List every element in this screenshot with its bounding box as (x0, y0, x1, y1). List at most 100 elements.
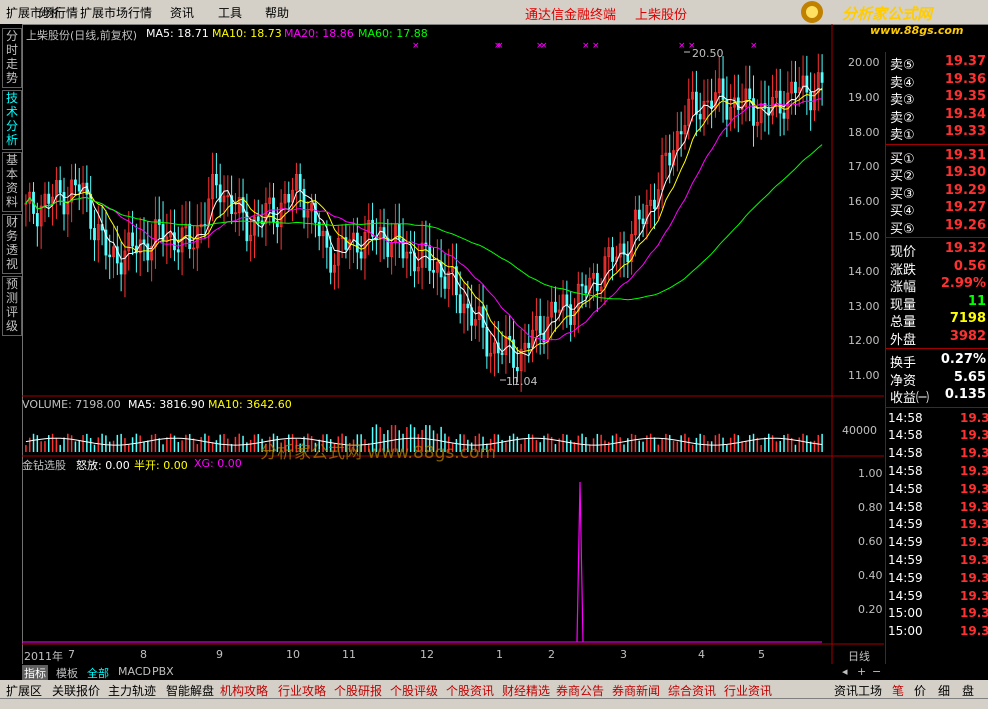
stock-name-label: 上柴股份 (635, 8, 688, 23)
quote-label: 买④ (890, 204, 915, 219)
left-tab-strip: 分时走势 技术分析 基本资料 财务透视 预测评级 (0, 24, 23, 680)
info-bar-item[interactable]: 行业资讯 (724, 682, 772, 699)
stat-row: 现价 19.32 (890, 241, 986, 260)
tab-template[interactable]: 模板 (54, 665, 80, 681)
tick-price: 19.3 (960, 446, 988, 461)
candle-body (538, 316, 542, 334)
quote-label: 卖④ (890, 75, 915, 91)
tab-jia[interactable]: 价 (914, 682, 926, 699)
tick-time: 14:58 (888, 446, 923, 461)
tick-price: 19.3 (960, 499, 988, 514)
info-bar-item[interactable]: 关联报价 (52, 682, 100, 699)
quote-row: 买② 19.30 (890, 165, 986, 184)
tick-row: 14:58 19.3 (888, 482, 988, 499)
tab-fenshi-label: 分时走势 (5, 29, 18, 85)
tick-row: 14:58 19.3 (888, 446, 988, 463)
tick-row: 15:00 19.3 (888, 624, 988, 641)
quote-value: 19.33 (944, 124, 986, 139)
info-workshop-button[interactable]: 资讯工场 (834, 682, 882, 699)
tab-pan[interactable]: 盘 (962, 682, 974, 699)
signal-mark: × (678, 41, 686, 51)
tab-all[interactable]: 全部 (85, 665, 111, 681)
tick-time: 14:58 (888, 481, 923, 496)
period-label[interactable]: 日线 (848, 648, 870, 664)
candle-body (458, 294, 462, 314)
tab-xi[interactable]: 细 (938, 682, 950, 699)
tick-time: 14:58 (888, 428, 923, 443)
info-bar-item[interactable]: 行业攻略 (278, 682, 326, 699)
tick-time: 14:59 (888, 535, 923, 550)
quote-row: 卖③ 19.35 (890, 89, 986, 108)
quote-label: 现量 (890, 297, 917, 313)
info-bar-item[interactable]: 扩展区 (6, 682, 42, 699)
tab-macd[interactable]: MACD (116, 665, 153, 678)
quote-row: 买① 19.31 (890, 148, 986, 167)
tick-time: 14:58 (888, 499, 923, 514)
candle-body (500, 352, 504, 355)
info-bar-item[interactable]: 综合资讯 (668, 682, 716, 699)
time-axis-tick: 10 (286, 648, 300, 661)
tick-price: 19.3 (960, 552, 988, 567)
menu-ext-market[interactable]: 扩展市场行情 (80, 4, 152, 21)
quote-panel: 卖⑤ 19.37 卖④ 19.36 卖③ 19.35 卖② 19.34 卖① 19.33 买① 19.… (885, 52, 988, 680)
info-bar-item[interactable]: 券商公告 (556, 682, 604, 699)
stat-row: 总量 7198 (890, 311, 986, 330)
info-bar-item[interactable]: 机构攻略 (220, 682, 268, 699)
quote-label: 收益㈠ (890, 391, 930, 406)
scroll-left-icon[interactable]: ◂ (840, 665, 850, 678)
info-bar-item[interactable]: 券商新闻 (612, 682, 660, 699)
quote-value: 2.99% (940, 276, 986, 291)
candle-body (432, 270, 435, 273)
quote-label: 涨幅 (890, 280, 917, 295)
zoom-in-icon[interactable]: + (855, 665, 868, 678)
quote-row: 卖② 19.34 (890, 107, 986, 126)
indicator-b: 半开: 0.00 (134, 459, 188, 472)
tab-forecast[interactable]: 预测评级 (2, 276, 22, 336)
info-bar-item[interactable]: 智能解盘 (166, 682, 214, 699)
tab-basic-info[interactable]: 基本资料 (2, 152, 22, 212)
tab-indicator[interactable]: 指标 (22, 665, 48, 681)
candle-body (58, 180, 62, 193)
quote-row: 买⑤ 19.26 (890, 218, 986, 237)
volume-label: VOLUME: 7198.00 (22, 398, 121, 411)
stat-row: 现量 11 (890, 293, 986, 313)
signal-mark: × (592, 41, 600, 51)
tab-finance[interactable]: 财务透视 (2, 214, 22, 274)
info-bar-item[interactable]: 财经精选 (502, 682, 550, 699)
zoom-out-icon[interactable]: − (870, 665, 883, 678)
menu-tools[interactable]: 工具 (218, 4, 242, 21)
indicator-group (22, 481, 822, 643)
quote-label: 卖① (890, 128, 915, 143)
kline-chart-svg[interactable]: × ×× ×× × × × × × (22, 24, 884, 664)
candle-body (359, 251, 363, 259)
tab-pbx[interactable]: PBX (150, 665, 176, 678)
candle-body (443, 276, 447, 289)
info-bar-item[interactable]: 个股资讯 (446, 682, 494, 699)
time-axis-tick: 4 (698, 648, 705, 661)
menu-news[interactable]: 资讯 (170, 4, 194, 21)
candle-body (736, 97, 740, 110)
indicator-c: XG: 0.00 (194, 457, 242, 470)
tab-bi[interactable]: 笔 (892, 682, 904, 699)
logo-text: 分析家公式网 (842, 5, 933, 23)
candle-body (782, 112, 786, 119)
info-bar-item[interactable]: 主力轨迹 (108, 682, 156, 699)
tick-row: 14:58 19.3 (888, 464, 988, 481)
quote-value: 0.135 (944, 387, 986, 402)
time-axis-tick: 8 (140, 648, 147, 661)
tick-time: 14:59 (888, 552, 923, 567)
stat-row: 涨幅 2.99% (890, 276, 986, 295)
quote-label: 卖③ (890, 93, 915, 108)
candle-body (584, 285, 588, 294)
quote-value: 11 (967, 293, 986, 309)
tab-tech-analysis[interactable]: 技术分析 (2, 90, 22, 150)
tab-basic-label: 基本资料 (5, 153, 18, 209)
info-bar-item[interactable]: 个股评级 (390, 682, 438, 699)
menu-analysis[interactable]: 分析 (38, 4, 62, 21)
quote-value: 0.27% (940, 352, 986, 367)
info-bar-item[interactable]: 个股研报 (334, 682, 382, 699)
candle-body (466, 303, 470, 309)
tab-fenshi[interactable]: 分时走势 (2, 28, 22, 88)
menu-help[interactable]: 帮助 (265, 4, 289, 21)
chart-area[interactable]: × × × × × × × × × × 上柴股份(日线,前复权) MA5: 18.71 MA10:… (22, 24, 884, 664)
